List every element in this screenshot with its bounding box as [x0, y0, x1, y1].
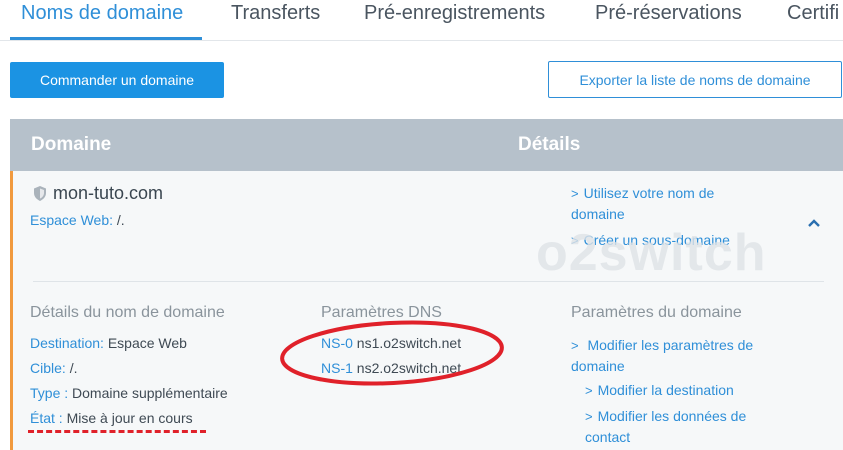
tab-certificats[interactable]: Certifi: [787, 2, 839, 25]
cible-info: Cible: /.: [30, 360, 78, 376]
modify-contact-link[interactable]: > Modifier les données de contact: [585, 406, 746, 447]
etat-info: État : Mise à jour en cours: [30, 410, 193, 426]
chevron-up-icon[interactable]: [807, 217, 821, 229]
modify-destination-link[interactable]: > Modifier la destination: [585, 380, 734, 401]
order-domain-button[interactable]: Commander un domaine: [10, 62, 224, 98]
tab-bar: Noms de domaine Transferts Pré-enregistr…: [0, 0, 843, 41]
o2switch-watermark: o2switch: [536, 224, 767, 282]
column-header-domain: Domaine: [31, 134, 112, 155]
chevron-right-icon: >: [585, 383, 593, 398]
export-domains-button[interactable]: Exporter la liste de noms de domaine: [548, 61, 842, 98]
ns-0-entry: NS-0 ns1.o2switch.net: [321, 335, 462, 351]
shield-icon: [34, 186, 46, 201]
active-tab-indicator: [10, 37, 202, 40]
ns-1-entry: NS-1 ns2.o2switch.net: [321, 360, 462, 376]
tab-transferts[interactable]: Transferts: [231, 2, 320, 25]
table-header: Domaine Détails: [10, 119, 843, 171]
espace-web: Espace Web: /.: [30, 212, 125, 228]
domain-title: mon-tuto.com: [33, 183, 163, 204]
status-highlight-underline: [28, 430, 206, 433]
domain-details-title: Détails du nom de domaine: [30, 304, 225, 321]
espace-web-label: Espace Web:: [30, 212, 114, 228]
column-header-details: Détails: [518, 134, 581, 155]
tab-noms-de-domaine[interactable]: Noms de domaine: [21, 2, 183, 25]
chevron-right-icon: >: [571, 338, 579, 353]
tab-pre-enregistrements[interactable]: Pré-enregistrements: [364, 2, 545, 25]
chevron-right-icon: >: [585, 409, 593, 424]
domain-row: mon-tuto.com Espace Web: /. > Utilisez vo…: [10, 171, 843, 450]
modify-domain-params-link[interactable]: > Modifier les paramètres de domaine: [571, 335, 753, 376]
chevron-right-icon: >: [571, 186, 579, 201]
type-info: Type : Domaine supplémentaire: [30, 385, 228, 401]
domain-name[interactable]: mon-tuto.com: [53, 183, 163, 204]
tab-pre-reservations[interactable]: Pré-réservations: [595, 2, 742, 25]
domain-params-title: Paramètres du domaine: [571, 304, 742, 321]
destination-info: Destination: Espace Web: [30, 335, 187, 351]
espace-web-value: /.: [116, 212, 125, 228]
dns-settings-title: Paramètres DNS: [321, 304, 442, 321]
use-domain-link[interactable]: > Utilisez votre nom de domaine: [571, 183, 771, 224]
